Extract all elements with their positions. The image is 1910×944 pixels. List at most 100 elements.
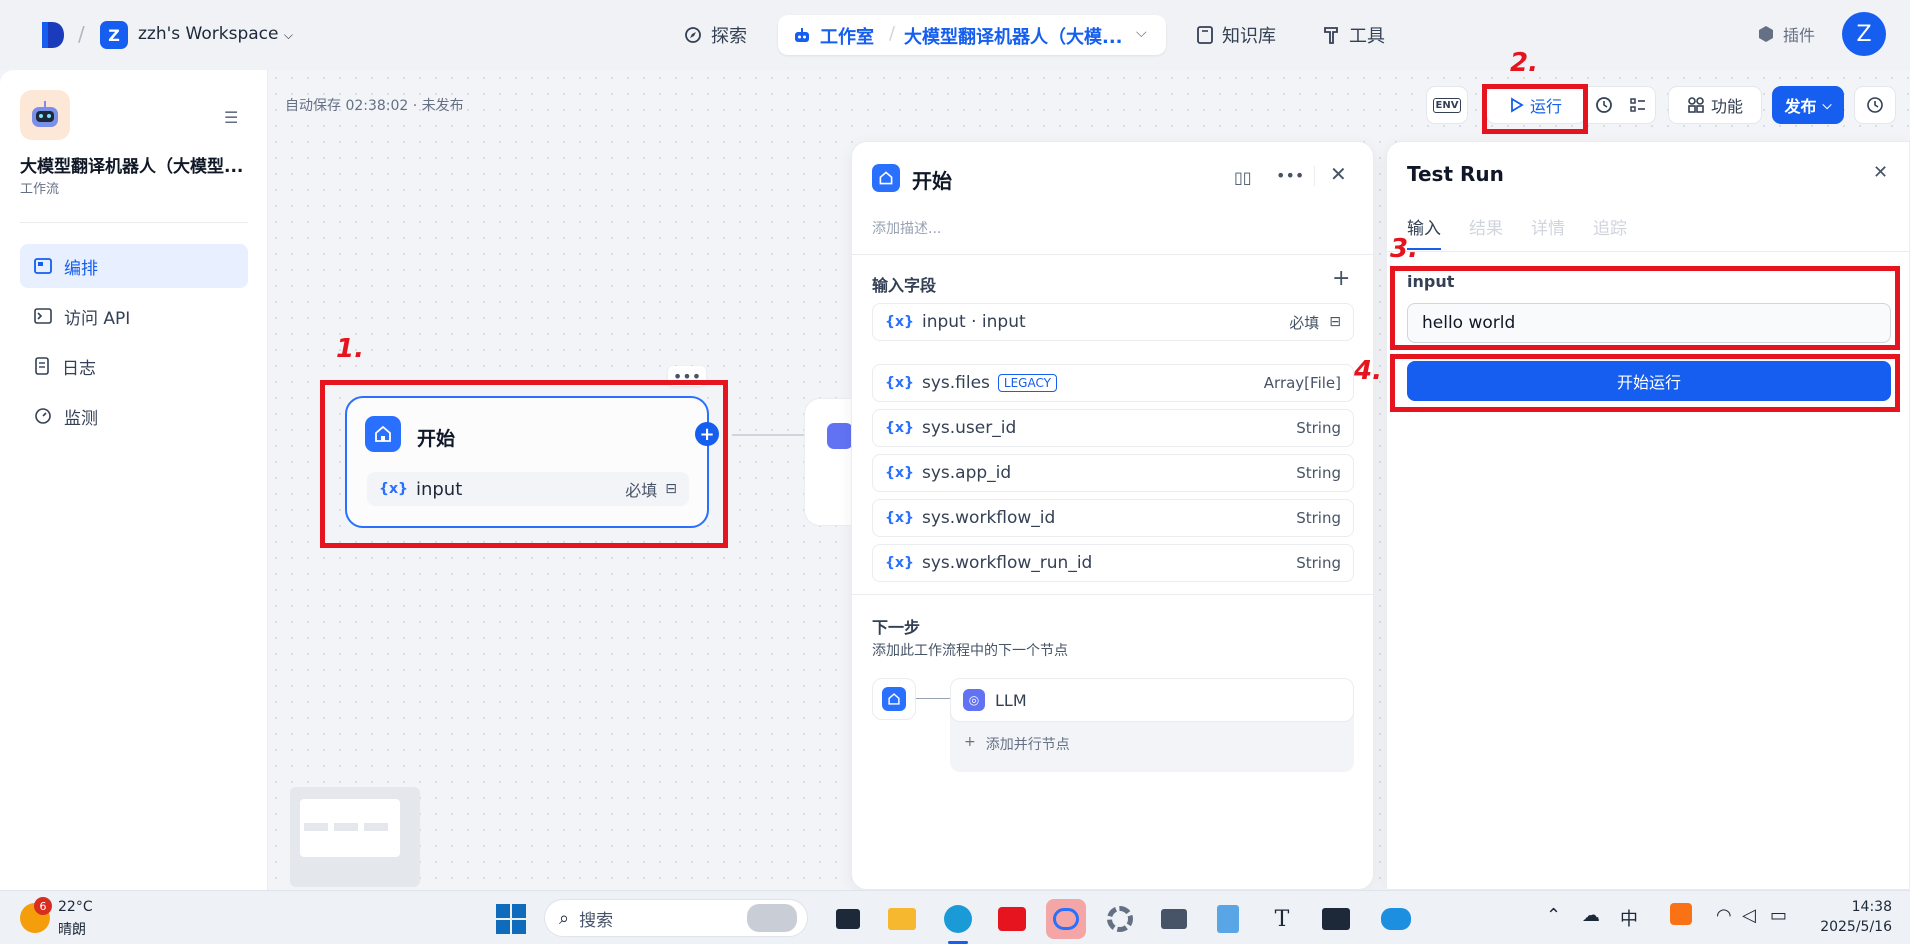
field-row-sys-workflow-id: {x} sys.workflow_id String	[872, 499, 1354, 537]
nav-knowledge[interactable]: 知识库	[1196, 22, 1276, 48]
ime-icon[interactable]: 中	[1620, 905, 1638, 931]
book-icon	[1197, 26, 1213, 44]
nav-explore[interactable]: 探索	[683, 22, 747, 48]
sidebar-divider	[20, 222, 248, 223]
minimap[interactable]	[290, 787, 420, 887]
llm-node-partial[interactable]	[804, 398, 853, 526]
more-icon[interactable]: •••	[1276, 166, 1304, 185]
typora-icon[interactable]: T	[1262, 899, 1302, 939]
test-run-panel: Test Run ✕ 输入 结果 详情 追踪 input 开始运行	[1386, 141, 1910, 890]
annotation-box-3	[1390, 266, 1900, 350]
clock-play-icon[interactable]	[1595, 95, 1615, 115]
wifi-icon[interactable]: ◠	[1716, 905, 1732, 926]
app-robot-icon	[20, 90, 70, 140]
task-view-icon[interactable]	[828, 899, 868, 939]
nav-studio[interactable]: 工作室	[792, 23, 874, 49]
llm-brain-icon	[827, 423, 853, 449]
workspace-name: zzh's Workspace	[138, 24, 279, 44]
app-title: 大模型翻译机器人（大模型...	[20, 157, 244, 177]
tab-result[interactable]: 结果	[1469, 214, 1503, 239]
env-button[interactable]: ENV	[1426, 86, 1468, 124]
cube-icon	[1759, 26, 1773, 42]
breadcrumb-separator: /	[889, 23, 896, 44]
features-button[interactable]: 功能	[1668, 86, 1762, 124]
home-icon	[872, 164, 900, 192]
legacy-badge: LEGACY	[997, 374, 1057, 392]
field-row-sys-user-id: {x} sys.user_id String	[872, 409, 1354, 447]
terminal-icon[interactable]	[1316, 899, 1356, 939]
current-app-name[interactable]: 大模型翻译机器人（大模...	[904, 23, 1123, 49]
env-icon: ENV	[1432, 97, 1462, 113]
notepad-icon[interactable]	[1208, 899, 1248, 939]
test-run-title: Test Run	[1407, 162, 1504, 186]
autosave-status: 自动保存 02:38:02 · 未发布	[285, 98, 464, 114]
tray-chevron-up-icon[interactable]: ⌃	[1546, 905, 1561, 926]
layout-icon	[34, 258, 52, 274]
field-row-sys-files: {x} sys.files LEGACY Array[File]	[872, 364, 1354, 402]
tab-tracing[interactable]: 追踪	[1593, 214, 1627, 239]
sidebar-item-logs[interactable]: 日志	[20, 344, 248, 388]
description-input[interactable]: 添加描述...	[872, 218, 941, 238]
dify-logo-icon[interactable]	[40, 20, 66, 50]
annotation-label-3: 3.	[1390, 234, 1418, 264]
windows-start-icon[interactable]	[496, 904, 526, 934]
chat-app-icon[interactable]	[1046, 899, 1086, 939]
nav-plugins[interactable]: 插件	[1757, 22, 1815, 46]
variable-icon: {x}	[885, 314, 914, 330]
variable-icon: {x}	[885, 465, 914, 481]
sogou-icon[interactable]	[1670, 903, 1692, 925]
annotation-label-2: 2.	[1510, 48, 1538, 78]
next-node-llm[interactable]: ◎ LLM	[950, 678, 1354, 722]
chevron-down-icon[interactable]: ⌵	[1136, 25, 1147, 41]
user-avatar[interactable]: Z	[1842, 12, 1886, 56]
home-icon	[882, 687, 906, 711]
start-node-panel: 开始 ▯▯ ••• ✕ 添加描述... 输入字段 + {x} input · i…	[851, 141, 1375, 890]
clock-date[interactable]: 2025/5/16	[1810, 919, 1892, 935]
cloud-sync-icon[interactable]: ☁	[1582, 905, 1600, 926]
taskbar-search[interactable]: ⌕ 搜索	[544, 899, 808, 937]
docker-icon[interactable]	[1376, 899, 1416, 939]
field-row-input[interactable]: {x} input · input 必填 ⊟	[872, 303, 1354, 341]
gauge-icon	[35, 408, 51, 424]
text-input-icon: ⊟	[1329, 314, 1341, 330]
start-mini-node	[872, 678, 916, 720]
tab-detail[interactable]: 详情	[1531, 214, 1565, 239]
workspace-avatar[interactable]: Z	[100, 21, 128, 49]
add-field-plus-icon[interactable]: +	[1332, 266, 1350, 291]
terminal-icon	[34, 308, 52, 324]
publish-button[interactable]: 发布 ⌵	[1772, 86, 1844, 124]
field-row-sys-workflow-run-id: {x} sys.workflow_run_id String	[872, 544, 1354, 582]
next-step-description: 添加此工作流程中的下一个节点	[872, 643, 1068, 659]
edge-browser-icon[interactable]	[938, 899, 978, 939]
remote-desktop-icon[interactable]	[1154, 899, 1194, 939]
annotation-box-4	[1390, 354, 1900, 412]
close-icon[interactable]: ✕	[1873, 162, 1888, 183]
sidebar-item-api[interactable]: 访问 API	[20, 294, 248, 338]
elephant-search-art-icon	[747, 904, 797, 932]
plus-icon: +	[964, 734, 976, 750]
temperature: 22°C	[58, 899, 93, 915]
version-history-button[interactable]	[1854, 86, 1896, 124]
sidebar-settings-icon[interactable]: ☰	[224, 108, 238, 127]
sidebar-item-monitor[interactable]: 监测	[20, 394, 248, 438]
sidebar-item-orchestrate[interactable]: 编排	[20, 244, 248, 288]
add-parallel-node-button[interactable]: + 添加并行节点	[964, 734, 1070, 754]
weather-text: 晴朗	[58, 922, 86, 938]
checklist-icon[interactable]	[1629, 96, 1647, 114]
volume-icon[interactable]: ◁	[1742, 905, 1756, 926]
clock-time[interactable]: 14:38	[1820, 899, 1892, 915]
battery-icon[interactable]: ▭	[1770, 905, 1787, 926]
close-icon[interactable]: ✕	[1330, 162, 1347, 186]
file-explorer-icon[interactable]	[882, 899, 922, 939]
field-row-sys-app-id: {x} sys.app_id String	[872, 454, 1354, 492]
nav-tools[interactable]: 工具	[1323, 22, 1385, 48]
app-sidebar: ☰ 大模型翻译机器人（大模型... 工作流 编排 访问 API 日志 监测	[0, 70, 268, 890]
nav-studio-pill[interactable]: 工作室 / 大模型翻译机器人（大模... ⌵	[778, 15, 1166, 55]
next-node-group: ◎ LLM + 添加并行节点	[950, 678, 1354, 772]
search-icon: ⌕	[559, 907, 570, 929]
wps-icon[interactable]	[992, 899, 1032, 939]
workspace-switcher[interactable]: zzh's Workspace ⌵	[138, 24, 293, 44]
app-type: 工作流	[20, 182, 60, 197]
settings-gear-icon[interactable]	[1100, 899, 1140, 939]
book-open-icon[interactable]: ▯▯	[1234, 168, 1252, 187]
